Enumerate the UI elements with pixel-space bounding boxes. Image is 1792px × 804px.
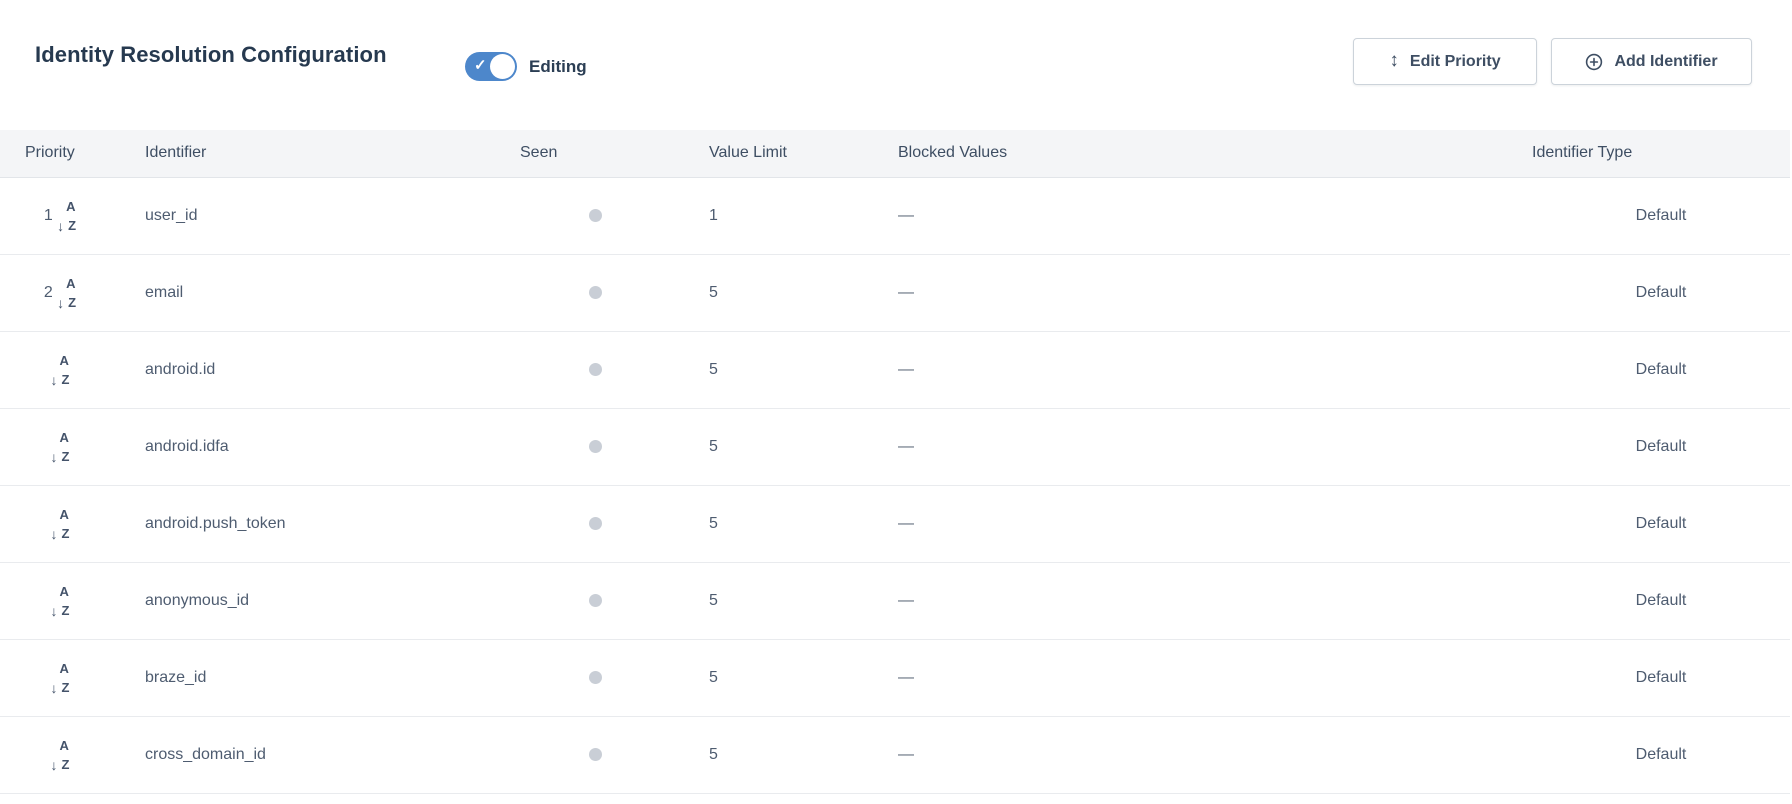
editing-toggle[interactable]: ✓	[465, 52, 517, 81]
column-header-value-limit: Value Limit	[670, 130, 898, 177]
identifier-type: Default	[1636, 515, 1687, 532]
identifier-name: anonymous_id	[145, 592, 249, 609]
table-row[interactable]: A Z ↓ android.idfa 5 — Default	[0, 408, 1790, 485]
value-limit: 5	[709, 438, 718, 455]
value-limit: 5	[709, 746, 718, 763]
table-row[interactable]: A Z ↓ anonymous_id 5 — Default	[0, 562, 1790, 639]
seen-indicator-dot	[589, 363, 602, 376]
table-row[interactable]: A Z ↓ cross_domain_id 5 — Default	[0, 716, 1790, 793]
sort-az-icon[interactable]: A Z ↓	[51, 587, 75, 615]
column-header-seen: Seen	[520, 130, 670, 177]
value-limit: 5	[709, 284, 718, 301]
blocked-values: —	[898, 361, 914, 378]
identifiers-table: Priority Identifier Seen Value Limit Blo…	[0, 130, 1790, 794]
table-row[interactable]: 1 A Z ↓ user_id 1 — Default	[0, 177, 1790, 254]
seen-indicator-dot	[589, 517, 602, 530]
identifier-type: Default	[1636, 592, 1687, 609]
add-identifier-button[interactable]: Add Identifier	[1551, 38, 1752, 85]
blocked-values: —	[898, 515, 914, 532]
identifier-type: Default	[1636, 669, 1687, 686]
column-header-priority: Priority	[0, 130, 125, 177]
value-limit: 5	[709, 361, 718, 378]
edit-priority-button[interactable]: ↕ Edit Priority	[1353, 38, 1537, 85]
identifier-type: Default	[1636, 361, 1687, 378]
blocked-values: —	[898, 746, 914, 763]
column-header-blocked-values: Blocked Values	[898, 130, 1532, 177]
table-row[interactable]: A Z ↓ android.push_token 5 — Default	[0, 485, 1790, 562]
identifier-type: Default	[1636, 284, 1687, 301]
sort-az-icon[interactable]: A Z ↓	[51, 664, 75, 692]
table-row[interactable]: 2 A Z ↓ email 5 — Default	[0, 254, 1790, 331]
seen-indicator-dot	[589, 209, 602, 222]
blocked-values: —	[898, 592, 914, 609]
priority-value: 2	[44, 284, 53, 301]
blocked-values: —	[898, 438, 914, 455]
seen-indicator-dot	[589, 286, 602, 299]
seen-indicator-dot	[589, 748, 602, 761]
plus-circle-icon	[1585, 53, 1603, 71]
identifier-name: email	[145, 284, 183, 301]
value-limit: 5	[709, 515, 718, 532]
table-header-row: Priority Identifier Seen Value Limit Blo…	[0, 130, 1790, 177]
sort-az-icon[interactable]: A Z ↓	[51, 510, 75, 538]
sort-az-icon[interactable]: A Z ↓	[51, 356, 75, 384]
sort-az-icon[interactable]: A Z ↓	[57, 202, 81, 230]
seen-indicator-dot	[589, 671, 602, 684]
identifier-type: Default	[1636, 438, 1687, 455]
editing-toggle-label: Editing	[529, 57, 587, 77]
identifier-name: cross_domain_id	[145, 746, 266, 763]
table-row[interactable]: A Z ↓ android.id 5 — Default	[0, 331, 1790, 408]
seen-indicator-dot	[589, 594, 602, 607]
edit-priority-button-label: Edit Priority	[1410, 53, 1501, 71]
identifier-name: android.id	[145, 361, 215, 378]
seen-indicator-dot	[589, 440, 602, 453]
sort-az-icon[interactable]: A Z ↓	[51, 741, 75, 769]
page-title: Identity Resolution Configuration	[35, 42, 387, 68]
toggle-knob	[490, 54, 515, 79]
identifier-name: android.push_token	[145, 515, 286, 532]
value-limit: 5	[709, 669, 718, 686]
blocked-values: —	[898, 284, 914, 301]
column-header-identifier: Identifier	[125, 130, 520, 177]
identity-resolution-page: Identity Resolution Configuration ✓ Edit…	[0, 0, 1792, 804]
blocked-values: —	[898, 207, 914, 224]
value-limit: 1	[709, 207, 718, 224]
value-limit: 5	[709, 592, 718, 609]
column-header-identifier-type: Identifier Type	[1532, 130, 1790, 177]
identifier-name: user_id	[145, 207, 197, 224]
identifier-type: Default	[1636, 746, 1687, 763]
identifier-name: android.idfa	[145, 438, 229, 455]
sort-az-icon[interactable]: A Z ↓	[51, 433, 75, 461]
checkmark-icon: ✓	[474, 56, 487, 74]
identifier-type: Default	[1636, 207, 1687, 224]
add-identifier-button-label: Add Identifier	[1614, 53, 1717, 71]
table-row[interactable]: A Z ↓ braze_id 5 — Default	[0, 639, 1790, 716]
up-down-arrow-icon: ↕	[1389, 51, 1399, 70]
sort-az-icon[interactable]: A Z ↓	[57, 279, 81, 307]
identifier-name: braze_id	[145, 669, 206, 686]
priority-value: 1	[44, 207, 53, 224]
blocked-values: —	[898, 669, 914, 686]
